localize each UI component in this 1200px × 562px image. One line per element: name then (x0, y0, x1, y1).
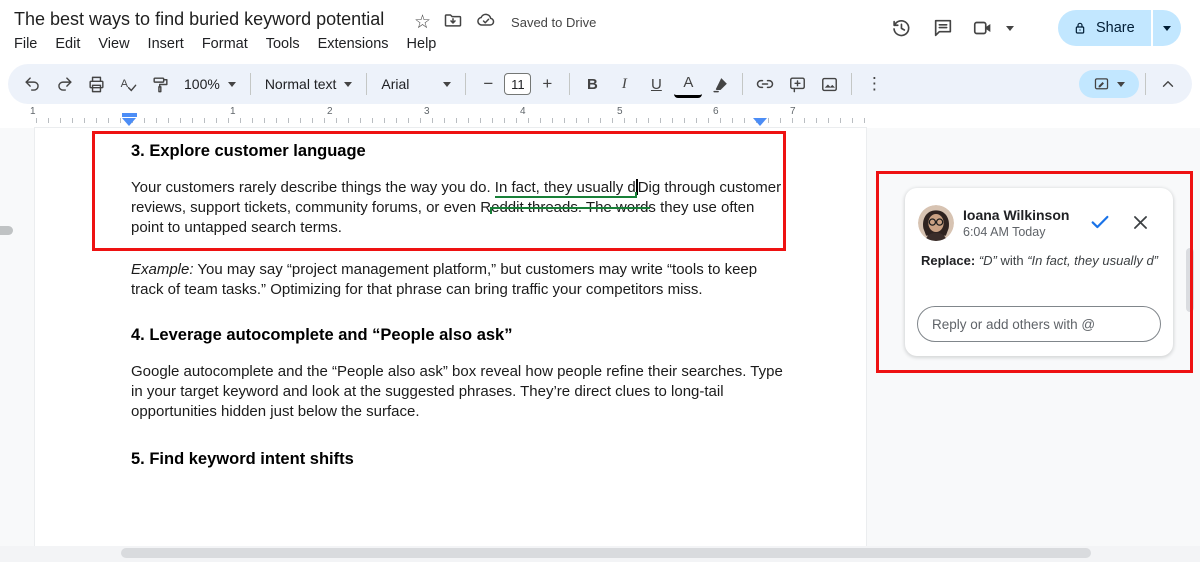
insert-image-button[interactable] (815, 70, 843, 98)
paragraph-3: Google autocomplete and the “People also… (131, 363, 783, 420)
paragraph-style-control[interactable]: Normal text (257, 76, 361, 92)
comments-icon[interactable] (926, 13, 960, 43)
saved-status[interactable]: Saved to Drive (511, 15, 596, 30)
share-dropdown[interactable] (1152, 10, 1181, 46)
menu-extensions[interactable]: Extensions (309, 33, 398, 55)
menu-edit[interactable]: Edit (46, 33, 89, 55)
lock-icon (1075, 22, 1085, 34)
style-value: Normal text (264, 76, 337, 92)
editing-pencil-icon (1094, 77, 1109, 89)
editing-mode-button[interactable] (1079, 70, 1139, 98)
move-folder-icon[interactable] (443, 10, 463, 35)
zoom-control[interactable]: 100% (176, 76, 244, 92)
svg-text:A: A (120, 77, 128, 89)
redo-button[interactable] (50, 70, 78, 98)
hide-menus-button[interactable] (1154, 70, 1182, 98)
heading-5: 5. Find keyword intent shifts (131, 450, 354, 468)
print-button[interactable] (82, 70, 110, 98)
menu-help[interactable]: Help (398, 33, 446, 55)
menu-bar: File Edit View Insert Format Tools Exten… (5, 33, 445, 55)
share-button[interactable]: Share (1058, 10, 1151, 46)
italic-button[interactable]: I (610, 70, 638, 98)
text-color-button[interactable]: A (674, 70, 703, 98)
meet-video-icon[interactable] (968, 13, 998, 43)
font-value: Arial (381, 76, 410, 92)
menu-tools[interactable]: Tools (257, 33, 309, 55)
spell-check-button[interactable]: A (114, 70, 142, 98)
bold-button[interactable]: B (578, 70, 606, 98)
heading-4: 4. Leverage autocomplete and “People als… (131, 326, 513, 344)
underline-button[interactable]: U (642, 70, 670, 98)
meet-dropdown-icon[interactable] (1006, 25, 1014, 31)
highlight-button[interactable] (706, 70, 734, 98)
paragraph-example: Example: You may say “project management… (131, 261, 758, 298)
annotation-box-comment (876, 171, 1193, 373)
toolbar: A 100% Normal text Arial − 11 + B I U A … (8, 64, 1192, 104)
menu-view[interactable]: View (89, 33, 138, 55)
font-size-field[interactable]: 11 (504, 73, 532, 95)
insert-link-button[interactable] (751, 70, 779, 98)
add-comment-button[interactable] (783, 70, 811, 98)
zoom-value: 100% (184, 76, 220, 92)
paint-format-button[interactable] (146, 70, 174, 98)
cloud-saved-icon (475, 10, 497, 35)
document-outline-tab[interactable] (0, 226, 13, 235)
share-label: Share (1096, 20, 1135, 36)
font-size-decrease-button[interactable]: − (474, 70, 502, 98)
menu-insert[interactable]: Insert (139, 33, 193, 55)
document-title[interactable]: The best ways to find buried keyword pot… (14, 9, 384, 30)
share-button-group: Share (1058, 10, 1181, 46)
menu-format[interactable]: Format (193, 33, 257, 55)
star-icon[interactable]: ☆ (414, 12, 431, 34)
font-family-control[interactable]: Arial (373, 76, 459, 92)
menu-file[interactable]: File (5, 33, 46, 55)
version-history-icon[interactable] (884, 13, 918, 43)
undo-button[interactable] (18, 70, 46, 98)
horizontal-scrollbar-thumb[interactable] (121, 548, 1091, 558)
more-options-button[interactable]: ⋮ (860, 70, 888, 98)
left-indent-marker[interactable] (122, 113, 137, 126)
font-size-increase-button[interactable]: + (533, 70, 561, 98)
ruler: 1 1 2 3 4 5 6 7 (0, 106, 1200, 128)
right-indent-marker[interactable] (753, 118, 767, 126)
annotation-box-paragraph (92, 131, 786, 251)
